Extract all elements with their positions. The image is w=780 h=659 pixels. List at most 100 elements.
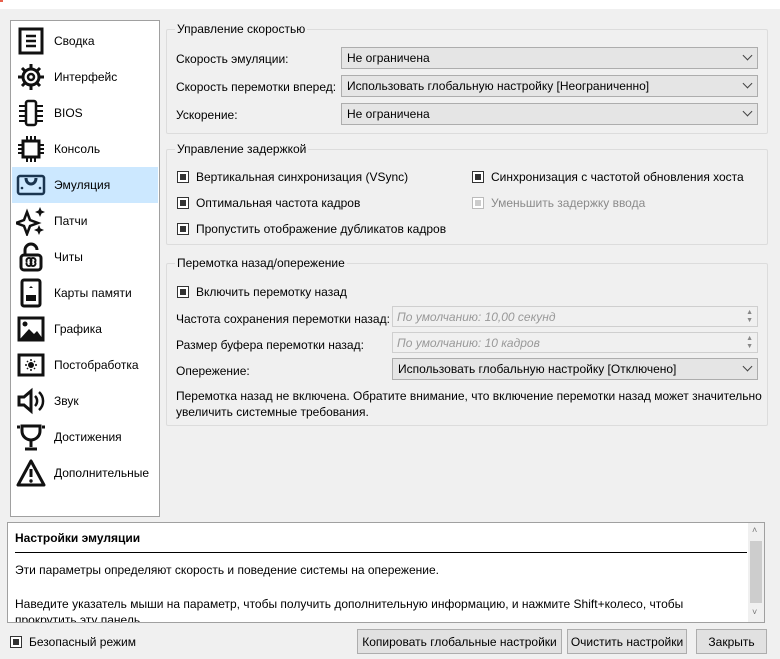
enable-rewind-label: Включить перемотку назад xyxy=(196,285,347,299)
checkbox-box xyxy=(472,197,484,209)
bios-chip-icon xyxy=(19,99,43,127)
rewind-group-title: Перемотка назад/опережение xyxy=(175,256,347,270)
post-processing-icon xyxy=(17,353,45,377)
sidebar-item-trophy[interactable]: Достижения xyxy=(12,419,158,455)
spin-down-icon[interactable]: ▼ xyxy=(746,317,753,325)
clear-settings-button[interactable]: Очистить настройки xyxy=(567,629,687,654)
console-chip-icon xyxy=(18,136,44,162)
category-list[interactable]: Сводка Интерфейс BIOS Консоль Эмуляция Патчи Ч… xyxy=(10,20,160,517)
close-button[interactable]: Закрыть xyxy=(696,629,767,654)
rewind-note: Перемотка назад не включена. Обратите вн… xyxy=(176,389,762,419)
help-panel: Настройки эмуляции Эти параметры определ… xyxy=(7,522,765,623)
turbo-speed-label: Ускорение: xyxy=(176,108,238,122)
sidebar-item-label: Звук xyxy=(54,394,79,408)
latency-group-title: Управление задержкой xyxy=(175,142,309,156)
spin-up-icon[interactable]: ▲ xyxy=(746,309,753,317)
vsync-checkbox[interactable]: Вертикальная синхронизация (VSync) xyxy=(177,170,408,184)
chevron-down-icon xyxy=(742,50,753,61)
sidebar-item-summary[interactable]: Сводка xyxy=(12,23,158,59)
sidebar-item-label: Интерфейс xyxy=(54,70,118,84)
chevron-down-icon xyxy=(742,78,753,89)
help-title: Настройки эмуляции xyxy=(15,531,141,545)
safe-mode-checkbox[interactable]: Безопасный режим xyxy=(10,635,136,649)
rewind-buffer-label: Размер буфера перемотки назад: xyxy=(176,338,364,352)
fast-forward-speed-value: Использовать глобальную настройку [Неогр… xyxy=(347,79,650,93)
help-scrollbar[interactable]: ˄ ˅ xyxy=(748,523,764,622)
cheats-lock-icon xyxy=(19,242,43,272)
runahead-label: Опережение: xyxy=(176,364,250,378)
reduce-input-lag-checkbox[interactable]: Уменьшить задержку ввода xyxy=(472,196,645,210)
sidebar-item-emulation[interactable]: Эмуляция xyxy=(12,167,158,203)
sidebar-item-memory-card[interactable]: Карты памяти xyxy=(12,275,158,311)
host-sync-checkbox[interactable]: Синхронизация с частотой обновления хост… xyxy=(472,170,744,184)
turbo-speed-select[interactable]: Не ограничена xyxy=(341,103,758,125)
runahead-select[interactable]: Использовать глобальную настройку [Отклю… xyxy=(392,358,758,380)
fast-forward-speed-select[interactable]: Использовать глобальную настройку [Неогр… xyxy=(341,75,758,97)
scroll-down-icon[interactable]: ˅ xyxy=(752,607,757,617)
chevron-down-icon xyxy=(742,361,753,372)
sidebar-item-label: BIOS xyxy=(54,106,83,120)
gear-icon xyxy=(18,64,44,90)
sidebar-item-speaker[interactable]: Звук xyxy=(12,383,158,419)
turbo-speed-value: Не ограничена xyxy=(347,107,430,121)
vsync-label: Вертикальная синхронизация (VSync) xyxy=(196,170,409,184)
rewind-group: Перемотка назад/опережение Включить пере… xyxy=(166,256,768,426)
rewind-buffer-placeholder: По умолчанию: 10 кадров xyxy=(397,336,540,350)
sidebar-item-sparkle[interactable]: Патчи xyxy=(12,203,158,239)
sidebar-item-cheats-lock[interactable]: Читы xyxy=(12,239,158,275)
sidebar-item-label: Постобработка xyxy=(54,358,139,372)
copy-global-settings-button[interactable]: Копировать глобальные настройки xyxy=(357,629,562,654)
memory-card-icon xyxy=(20,278,42,308)
sidebar-item-label: Читы xyxy=(54,250,83,264)
sidebar-item-label: Графика xyxy=(54,322,102,336)
help-divider xyxy=(15,552,747,553)
chevron-down-icon xyxy=(742,106,753,117)
optimal-label: Оптимальная частота кадров xyxy=(196,196,361,210)
window-mark xyxy=(0,0,3,2)
safe-mode-label: Безопасный режим xyxy=(29,635,136,649)
sidebar-item-label: Дополнительные xyxy=(54,466,149,480)
sidebar-item-label: Сводка xyxy=(54,34,95,48)
sidebar-item-label: Консоль xyxy=(54,142,101,156)
warning-icon xyxy=(16,459,46,487)
fast-forward-speed-label: Скорость перемотки вперед: xyxy=(176,80,337,94)
skip-duplicate-frames-checkbox[interactable]: Пропустить отображение дубликатов кадров xyxy=(177,222,446,236)
scroll-up-icon[interactable]: ˄ xyxy=(752,525,757,535)
sidebar-item-console-chip[interactable]: Консоль xyxy=(12,131,158,167)
rewind-frequency-placeholder: По умолчанию: 10,00 секунд xyxy=(397,310,556,324)
optimal-frame-pacing-checkbox[interactable]: Оптимальная частота кадров xyxy=(177,196,360,210)
enable-rewind-checkbox[interactable]: Включить перемотку назад xyxy=(177,285,347,299)
speed-group: Управление скоростью Скорость эмуляции: … xyxy=(166,22,768,134)
scrollbar-thumb[interactable] xyxy=(750,541,762,603)
checkbox-box xyxy=(177,197,189,209)
sidebar-item-warning[interactable]: Дополнительные xyxy=(12,455,158,491)
reduce-lag-label: Уменьшить задержку ввода xyxy=(491,196,646,210)
sparkle-icon xyxy=(16,207,45,236)
rewind-buffer-spinbox[interactable]: По умолчанию: 10 кадров ▲ ▼ xyxy=(392,332,758,353)
speed-group-title: Управление скоростью xyxy=(175,22,308,36)
summary-icon xyxy=(18,27,44,55)
checkbox-box xyxy=(472,171,484,183)
sidebar-item-label: Карты памяти xyxy=(54,286,132,300)
checkbox-box xyxy=(10,636,22,648)
sidebar-item-image[interactable]: Графика xyxy=(12,311,158,347)
latency-group: Управление задержкой Вертикальная синхро… xyxy=(166,142,768,245)
title-strip xyxy=(0,0,780,9)
emulation-icon xyxy=(16,174,46,196)
spin-up-icon[interactable]: ▲ xyxy=(746,335,753,343)
help-line-1: Эти параметры определяют скорость и пове… xyxy=(15,563,439,577)
sidebar-item-gear[interactable]: Интерфейс xyxy=(12,59,158,95)
checkbox-box xyxy=(177,223,189,235)
rewind-frequency-label: Частота сохранения перемотки назад: xyxy=(176,312,390,326)
sidebar-item-post-processing[interactable]: Постобработка xyxy=(12,347,158,383)
help-line-2: Наведите указатель мыши на параметр, что… xyxy=(15,597,684,622)
sidebar-item-label: Патчи xyxy=(54,214,88,228)
spin-down-icon[interactable]: ▼ xyxy=(746,343,753,351)
checkbox-box xyxy=(177,171,189,183)
emulation-speed-select[interactable]: Не ограничена xyxy=(341,47,758,69)
runahead-value: Использовать глобальную настройку [Отклю… xyxy=(398,362,677,376)
trophy-icon xyxy=(17,424,45,451)
rewind-frequency-spinbox[interactable]: По умолчанию: 10,00 секунд ▲ ▼ xyxy=(392,306,758,327)
speaker-icon xyxy=(17,387,45,415)
sidebar-item-bios-chip[interactable]: BIOS xyxy=(12,95,158,131)
